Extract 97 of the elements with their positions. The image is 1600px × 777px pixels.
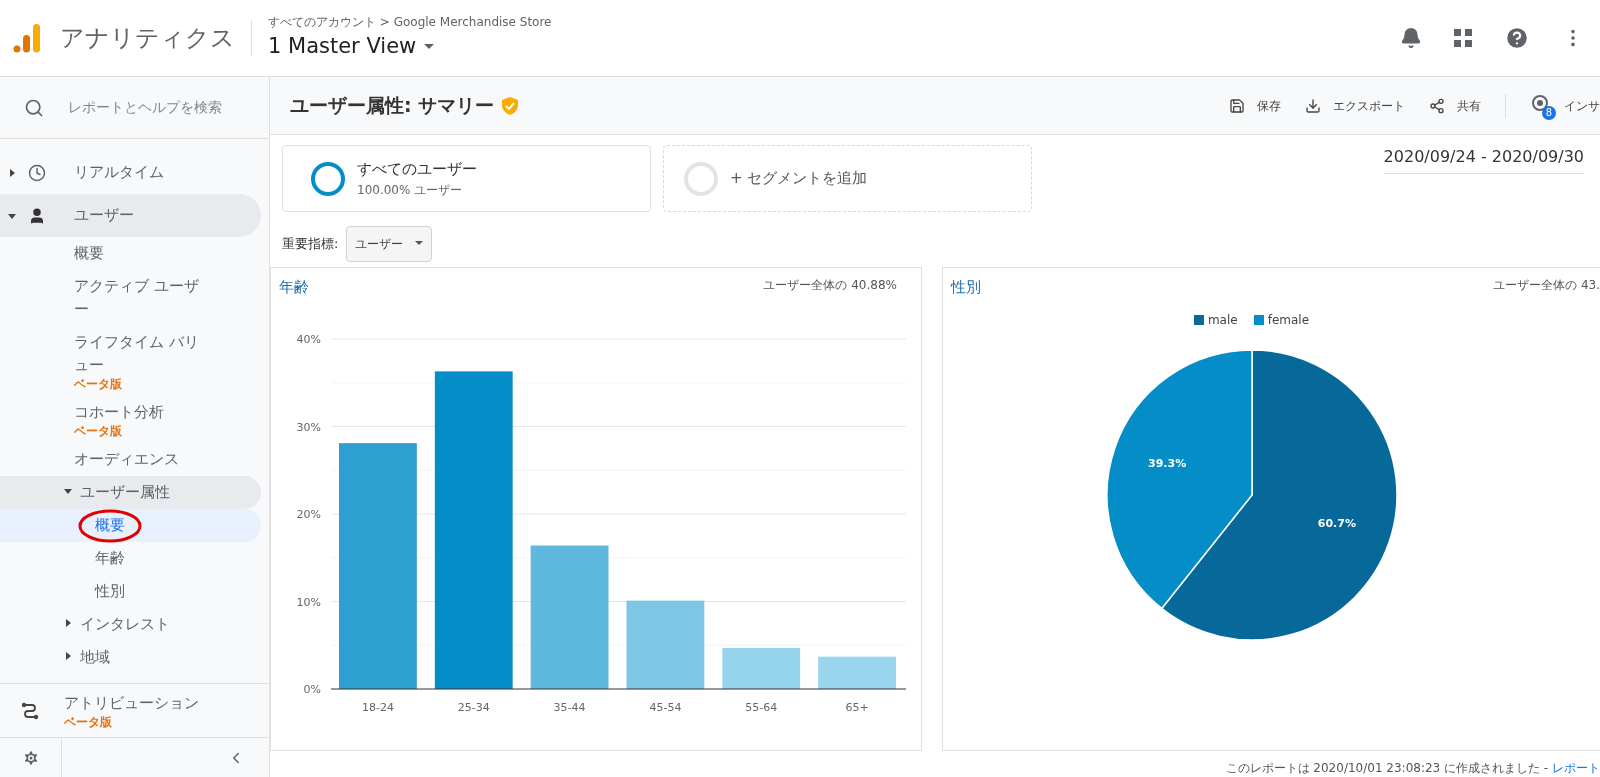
nav-label: 年齢 bbox=[95, 548, 125, 569]
report-link[interactable]: レポート bbox=[1552, 761, 1600, 775]
beta-label: ベータ版 bbox=[74, 424, 122, 438]
count-badge: 8 bbox=[1542, 105, 1556, 120]
nav-label: 概要 bbox=[74, 243, 104, 264]
beta-label: ベータ版 bbox=[64, 715, 112, 729]
route-icon bbox=[20, 700, 40, 721]
date-range[interactable]: 2020/09/24 - 2020/09/30 bbox=[1383, 145, 1584, 174]
legend-swatch bbox=[1253, 314, 1264, 325]
share-icon bbox=[1429, 97, 1445, 114]
help-icon[interactable] bbox=[1504, 25, 1530, 51]
axis-tick-label: 30% bbox=[296, 420, 321, 433]
nav-item[interactable]: インタレスト bbox=[0, 608, 261, 641]
nav-label: コホート分析 bbox=[74, 402, 164, 423]
legend-label: male bbox=[1207, 311, 1238, 329]
download-icon bbox=[1305, 97, 1321, 114]
toolbar-button[interactable]: 共有 bbox=[1429, 96, 1481, 115]
caret-icon bbox=[8, 211, 16, 220]
segment-name: すべてのユーザー bbox=[357, 159, 477, 181]
caret-icon bbox=[64, 652, 72, 660]
caret-icon bbox=[8, 168, 16, 177]
nav-label: インタレスト bbox=[80, 614, 170, 635]
nav-label: アクティブ ユーザー bbox=[74, 276, 200, 320]
nav-label: 概要 bbox=[95, 515, 125, 536]
page-title: ユーザー属性: サマリー bbox=[290, 93, 495, 119]
nav-label: ライフタイム バリュー bbox=[74, 332, 200, 376]
nav-label: オーディエンス bbox=[74, 449, 179, 470]
caret-icon bbox=[415, 241, 424, 246]
nav-item[interactable]: アトリビューション ベータ版 bbox=[0, 683, 269, 737]
save-icon bbox=[1229, 97, 1245, 114]
clock-icon bbox=[28, 163, 46, 182]
nav-label: リアルタイム bbox=[74, 162, 164, 184]
search-placeholder: レポートとヘルプを検索 bbox=[68, 98, 222, 117]
metric-dropdown[interactable]: ユーザー bbox=[346, 225, 433, 262]
nav-item[interactable]: 性別 bbox=[0, 575, 261, 608]
nav-item[interactable]: コホート分析 ベータ版 bbox=[0, 396, 261, 443]
pie-slice[interactable] bbox=[1105, 348, 1253, 609]
nav-item[interactable]: オーディエンス bbox=[0, 443, 261, 476]
toolbar-button[interactable]: 保存 bbox=[1229, 96, 1281, 115]
segment-ring-icon bbox=[311, 161, 345, 196]
metric-label: 重要指標: bbox=[282, 234, 339, 253]
card-title: 性別 bbox=[951, 277, 981, 298]
nav-item[interactable]: ユーザー属性 bbox=[0, 476, 261, 509]
axis-category-label: 35-44 bbox=[553, 700, 586, 714]
view-selector[interactable]: 1 Master View bbox=[268, 31, 552, 63]
axis-category-label: 55-64 bbox=[745, 700, 778, 714]
beta-label: ベータ版 bbox=[74, 377, 122, 391]
card-title: 年齢 bbox=[279, 277, 309, 298]
segment-card[interactable]: すべてのユーザー 100.00% ユーザー bbox=[282, 145, 651, 212]
nav-item[interactable]: アクティブ ユーザー bbox=[0, 270, 261, 326]
product-name: アナリティクス bbox=[60, 23, 235, 54]
segment-name: + セグメントを追加 bbox=[730, 168, 868, 190]
apps-grid-icon[interactable] bbox=[1454, 29, 1472, 47]
highlight-circle bbox=[78, 509, 142, 543]
caret-icon bbox=[64, 619, 72, 627]
search-field[interactable]: レポートとヘルプを検索 bbox=[0, 77, 269, 139]
nav-label: アトリビューション bbox=[64, 693, 199, 714]
legend-swatch bbox=[1193, 314, 1204, 325]
nav-item[interactable]: リアルタイム bbox=[0, 151, 261, 194]
person-icon bbox=[28, 206, 46, 225]
axis-tick-label: 0% bbox=[303, 682, 321, 696]
verified-shield-icon bbox=[502, 96, 519, 115]
axis-category-label: 18-24 bbox=[361, 700, 394, 714]
report-timestamp: このレポートは 2020/10/01 23:08:23 に作成されました - レポート bbox=[1225, 760, 1600, 777]
bar[interactable] bbox=[722, 647, 801, 689]
nav-label: ユーザー属性 bbox=[80, 482, 170, 503]
slice-label: 60.7% bbox=[1317, 516, 1356, 530]
axis-tick-label: 40% bbox=[296, 332, 321, 346]
breadcrumb[interactable]: すべてのアカウント > Google Merchandise Store bbox=[268, 13, 552, 32]
add-segment-card[interactable]: + セグメントを追加 bbox=[663, 145, 1032, 212]
toolbar-button[interactable]: エクスポート bbox=[1305, 96, 1405, 115]
axis-category-label: 25-34 bbox=[457, 700, 490, 714]
insights-button[interactable]: 8 インサ bbox=[1530, 91, 1600, 120]
card-share: ユーザー全体の 43. bbox=[1493, 277, 1600, 294]
bar[interactable] bbox=[818, 656, 896, 689]
caret-icon bbox=[64, 487, 72, 495]
axis-category-label: 45-54 bbox=[649, 700, 682, 714]
nav-item[interactable]: ライフタイム バリュー ベータ版 bbox=[0, 326, 261, 396]
nav-label: 性別 bbox=[95, 581, 125, 602]
axis-category-label: 65+ bbox=[845, 700, 869, 714]
nav-item[interactable]: 概要 bbox=[0, 509, 261, 542]
card-share: ユーザー全体の 40.88% bbox=[763, 277, 897, 294]
nav-label: 地域 bbox=[80, 647, 110, 668]
segment-detail: 100.00% ユーザー bbox=[357, 181, 464, 199]
caret-icon bbox=[424, 44, 435, 50]
nav-item[interactable]: 地域 bbox=[0, 641, 261, 674]
nav-item[interactable]: ユーザー bbox=[0, 194, 261, 237]
search-icon bbox=[24, 97, 44, 118]
slice-label: 39.3% bbox=[1147, 456, 1186, 470]
axis-tick-label: 20% bbox=[296, 507, 321, 521]
legend-label: female bbox=[1267, 311, 1310, 329]
notification-icon[interactable] bbox=[1400, 27, 1422, 49]
nav-item[interactable]: 概要 bbox=[0, 237, 261, 270]
segment-ring-icon bbox=[684, 161, 718, 196]
axis-tick-label: 10% bbox=[296, 595, 321, 608]
nav-label: ユーザー bbox=[74, 205, 134, 227]
nav-item[interactable]: 年齢 bbox=[0, 542, 261, 575]
